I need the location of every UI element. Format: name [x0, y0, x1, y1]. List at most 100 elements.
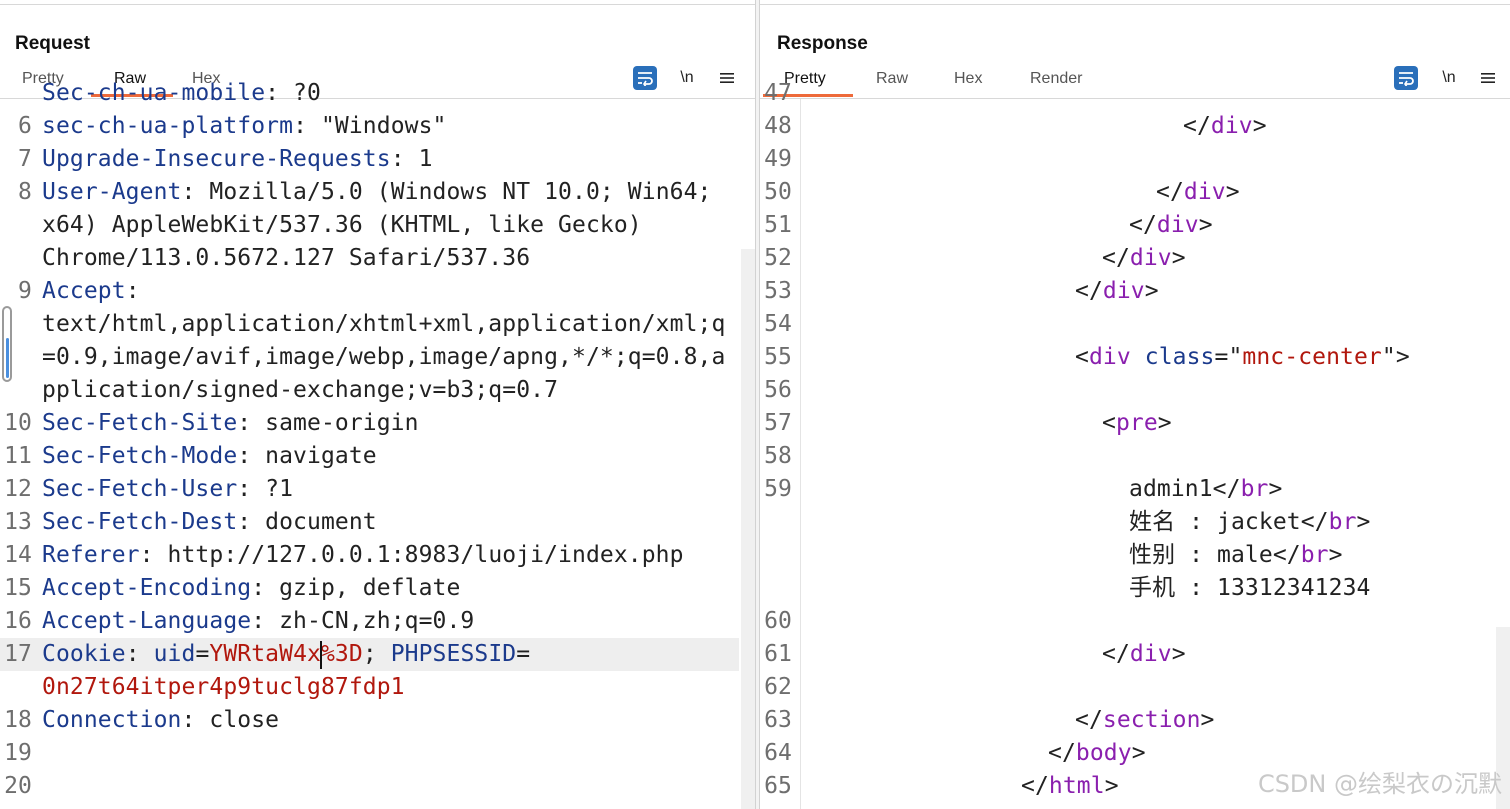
request-line-number: 16: [4, 608, 32, 634]
request-code-line: 15 Accept-Encoding: gzip, deflate: [0, 572, 755, 605]
response-code-line: 50 </div>: [760, 176, 1510, 209]
response-line-text: admin1</br>: [1129, 473, 1282, 506]
request-code-line: 8 User-Agent: Mozilla/5.0 (Windows NT 10.…: [0, 176, 755, 209]
response-line-number: 59: [764, 476, 792, 502]
request-code-line: 14 Referer: http://127.0.0.1:8983/luoji/i…: [0, 539, 755, 572]
response-token: </: [1156, 179, 1184, 205]
response-token: </: [1183, 113, 1211, 139]
request-token: ;: [362, 641, 391, 667]
response-line-text: </div>: [1102, 638, 1186, 671]
request-line-number: 13: [4, 509, 32, 535]
response-token: </: [1075, 707, 1103, 733]
request-token: Accept: [42, 278, 126, 304]
request-line-text: Accept:: [42, 275, 140, 308]
request-code-line: Chrome/113.0.5672.127 Safari/537.36: [0, 242, 755, 275]
request-token: x64) AppleWebKit/537.36 (KHTML, like Gec…: [42, 212, 642, 238]
response-token: mnc-center: [1242, 344, 1382, 370]
response-token: 性别 : male</: [1129, 542, 1301, 568]
response-line-number: 49: [764, 146, 792, 172]
response-token: >: [1131, 740, 1146, 766]
request-code-line: text/html,application/xhtml+xml,applicat…: [0, 308, 755, 341]
response-code-line: 63 </section>: [760, 704, 1510, 737]
response-code-line: 49: [760, 143, 1510, 176]
response-line-number: 63: [764, 707, 792, 733]
response-token: >: [1200, 707, 1215, 733]
response-line-number: 53: [764, 278, 792, 304]
request-code-line: x64) AppleWebKit/537.36 (KHTML, like Gec…: [0, 209, 755, 242]
request-line-number: 18: [4, 707, 32, 733]
request-line-text: Referer: http://127.0.0.1:8983/luoji/ind…: [42, 539, 684, 572]
response-line-text: </section>: [1075, 704, 1215, 737]
request-line-text: 0n27t64itper4p9tuclg87fdp1: [42, 671, 405, 704]
response-line-number: 65: [764, 773, 792, 799]
request-code-line: 17 Cookie: uid=YWRtaW4x%3D; PHPSESSID=: [0, 638, 739, 671]
request-token: User-Agent: [42, 179, 182, 205]
response-line-text: </div>: [1156, 176, 1240, 209]
response-code-line: 48 </div>: [760, 110, 1510, 143]
request-token: : document: [237, 509, 377, 535]
request-token: Cookie: [42, 641, 126, 667]
response-pane: Response Pretty Raw Hex Render \n 47 48 </…: [760, 0, 1510, 809]
request-code-line: 0n27t64itper4p9tuclg87fdp1: [0, 671, 755, 704]
response-token: [1131, 344, 1145, 370]
response-token: 姓名 : jacket</: [1129, 509, 1329, 535]
response-editor[interactable]: 47 48 </div> 49 50 </div> 51 </div> 52 </div> 53 </…: [760, 80, 1510, 809]
request-line-number: 12: [4, 476, 32, 502]
response-code-line: 53 </div>: [760, 275, 1510, 308]
response-line-number: 57: [764, 410, 792, 436]
request-line-text: Accept-Encoding: gzip, deflate: [42, 572, 460, 605]
response-line-text: </div>: [1183, 110, 1267, 143]
request-code-line: 11 Sec-Fetch-Mode: navigate: [0, 440, 755, 473]
response-line-text: </html>: [1021, 770, 1119, 803]
response-token: div: [1156, 212, 1199, 238]
response-token: <: [1102, 410, 1116, 436]
response-token: section: [1102, 707, 1201, 733]
response-code-line: 59 admin1</br>: [760, 473, 1510, 506]
response-code-line: 58: [760, 440, 1510, 473]
request-line-number: 10: [4, 410, 32, 436]
response-code-line: 54: [760, 308, 1510, 341]
response-code-line: 性别 : male</br>: [760, 539, 1510, 572]
request-token: : http://127.0.0.1:8983/luoji/index.php: [139, 542, 684, 568]
request-token: : "Windows": [293, 113, 447, 139]
request-token: : Mozilla/5.0 (Windows NT 10.0; Win64;: [181, 179, 712, 205]
response-token: br: [1328, 509, 1357, 535]
response-token: class: [1144, 344, 1215, 370]
response-code-line: 47: [760, 77, 1510, 110]
response-code-line: 61 </div>: [760, 638, 1510, 671]
request-token: Sec-Fetch-Site: [42, 410, 238, 436]
top-divider: [760, 4, 1510, 5]
request-token: : 1: [390, 146, 433, 172]
response-title: Response: [777, 33, 868, 54]
request-token: =: [195, 641, 210, 667]
response-line-number: 56: [764, 377, 792, 403]
request-token: : same-origin: [237, 410, 419, 436]
response-line-number: 47: [764, 80, 792, 106]
response-line-text: 手机 : 13312341234: [1129, 572, 1370, 605]
request-line-number: 6: [18, 113, 32, 139]
request-code-line: 18 Connection: close: [0, 704, 755, 737]
request-token: text/html,application/xhtml+xml,applicat…: [42, 311, 726, 337]
response-code-line: 姓名 : jacket</br>: [760, 506, 1510, 539]
request-token: 0n27t64itper4p9tuclg87fdp1: [42, 674, 405, 700]
response-token: html: [1048, 773, 1105, 799]
response-token: >: [1157, 410, 1172, 436]
request-line-text: User-Agent: Mozilla/5.0 (Windows NT 10.0…: [42, 176, 711, 209]
response-line-number: 51: [764, 212, 792, 238]
request-token: pplication/signed-exchange;v=b3;q=0.7: [42, 377, 559, 403]
response-token: >: [1144, 278, 1159, 304]
response-token: div: [1129, 641, 1172, 667]
response-line-number: 62: [764, 674, 792, 700]
response-token: div: [1088, 344, 1131, 370]
request-code-line: 9 Accept:: [0, 275, 755, 308]
request-token: : ?1: [237, 476, 294, 502]
request-line-text: Sec-Fetch-Dest: document: [42, 506, 377, 539]
response-token: >: [1171, 641, 1186, 667]
response-line-number: 50: [764, 179, 792, 205]
request-editor[interactable]: Sec-ch-ua-mobile: ?0 6 sec-ch-ua-platform:…: [0, 80, 755, 809]
response-line-number: 60: [764, 608, 792, 634]
request-line-number: 7: [18, 146, 32, 172]
response-line-number: 64: [764, 740, 792, 766]
request-token: =0.9,image/avif,image/webp,image/apng,*/…: [42, 344, 726, 370]
request-scroll-indicator[interactable]: [2, 306, 12, 382]
